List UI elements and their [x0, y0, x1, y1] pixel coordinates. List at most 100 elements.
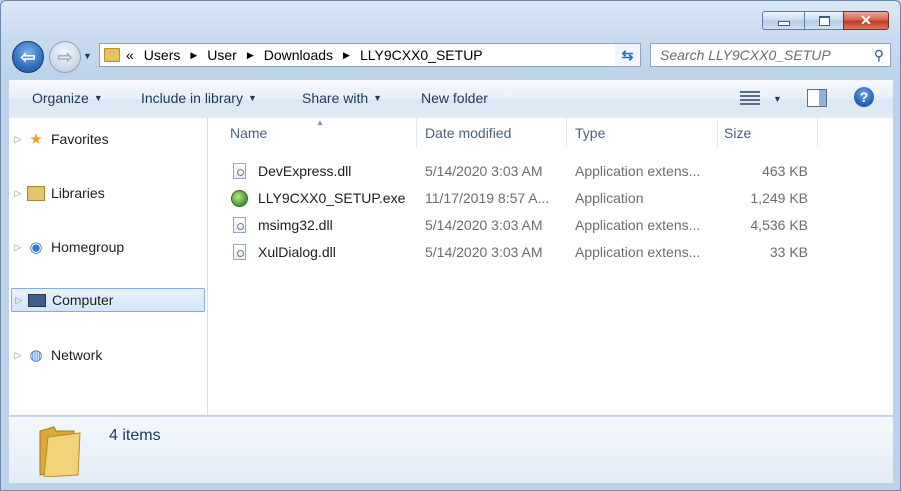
breadcrumb-user[interactable]: User: [207, 47, 237, 63]
view-options-dropdown[interactable]: ▼: [773, 94, 782, 104]
sidebar-item-favorites[interactable]: ▷ ★ Favorites: [11, 127, 205, 151]
network-icon: ◍: [29, 347, 43, 364]
details-pane: 4 items: [9, 416, 893, 483]
sidebar-item-label: Network: [51, 347, 103, 363]
file-type: Application extens...: [575, 244, 701, 260]
search-input[interactable]: Search LLY9CXX0_SETUP ⚲: [650, 43, 891, 67]
breadcrumb-current-folder[interactable]: LLY9CXX0_SETUP: [360, 47, 483, 63]
chevron-down-icon: ▼: [83, 51, 92, 61]
sidebar-item-label: Computer: [52, 292, 114, 308]
expand-arrow-icon[interactable]: ▷: [11, 350, 25, 361]
computer-icon: [28, 291, 46, 309]
navigation-pane: ▷ ★ Favorites ▷ Libraries ▷ ◉ Homegroup …: [9, 118, 208, 415]
recent-pages-dropdown[interactable]: ▼: [83, 51, 92, 61]
breadcrumb-users[interactable]: Users: [144, 47, 181, 63]
forward-arrow-icon: ⇨: [57, 46, 73, 67]
column-divider[interactable]: [717, 118, 718, 148]
sort-ascending-icon: ▲: [316, 118, 324, 127]
file-row[interactable]: DevExpress.dll 5/14/2020 3:03 AM Applica…: [230, 160, 830, 182]
homegroup-icon: ◉: [29, 239, 43, 256]
libraries-icon: [27, 184, 45, 202]
file-name: XulDialog.dll: [258, 244, 336, 260]
expand-arrow-icon[interactable]: ▷: [11, 134, 25, 145]
search-icon[interactable]: ⚲: [874, 47, 884, 64]
folder-icon: [39, 426, 81, 477]
chevron-down-icon: ▼: [373, 93, 383, 103]
file-date: 5/14/2020 3:03 AM: [425, 217, 543, 233]
column-header-date-modified[interactable]: Date modified: [425, 125, 511, 141]
column-header-type[interactable]: Type: [575, 125, 605, 141]
expand-arrow-icon[interactable]: ▷: [11, 188, 25, 199]
restore-icon: [818, 15, 830, 26]
column-divider[interactable]: [566, 118, 567, 148]
column-header-name[interactable]: Name: [230, 125, 267, 141]
minimize-button[interactable]: [762, 11, 805, 30]
sidebar-item-network[interactable]: ▷ ◍ Network: [11, 343, 205, 367]
maximize-button[interactable]: [804, 11, 844, 30]
breadcrumb-arrow-icon[interactable]: ▶: [343, 50, 350, 61]
share-with-button[interactable]: Share with ▼: [302, 90, 382, 106]
file-name: msimg32.dll: [258, 217, 333, 233]
setup-exe-icon: [230, 189, 248, 207]
column-header-size[interactable]: Size: [724, 125, 751, 141]
chevron-down-icon: ▼: [247, 93, 257, 103]
column-divider[interactable]: [817, 118, 818, 148]
file-name: DevExpress.dll: [258, 163, 352, 179]
minimize-icon: [777, 21, 790, 26]
share-with-label: Share with: [302, 90, 369, 106]
preview-pane-icon[interactable]: [807, 89, 827, 107]
close-icon: ✕: [860, 12, 872, 28]
file-row[interactable]: LLY9CXX0_SETUP.exe 11/17/2019 8:57 A... …: [230, 187, 830, 209]
file-date: 5/14/2020 3:03 AM: [425, 163, 543, 179]
breadcrumb-overflow[interactable]: «: [126, 47, 134, 63]
address-bar[interactable]: « Users ▶ User ▶ Downloads ▶ LLY9CXX0_SE…: [99, 43, 641, 67]
chevron-down-icon: ▼: [93, 93, 103, 103]
expand-arrow-icon[interactable]: ▷: [11, 242, 25, 253]
explorer-window: ✕ ⇦ ⇨ ▼ « Users ▶ User ▶ Downloads ▶ LLY…: [0, 0, 901, 491]
help-icon[interactable]: ?: [854, 87, 874, 107]
sidebar-item-label: Favorites: [51, 131, 109, 147]
organize-label: Organize: [32, 90, 89, 106]
sidebar-item-label: Homegroup: [51, 239, 125, 255]
file-size: 33 KB: [769, 244, 808, 260]
file-type: Application extens...: [575, 217, 701, 233]
include-in-library-button[interactable]: Include in library ▼: [141, 90, 257, 106]
dll-file-icon: [230, 243, 248, 261]
sidebar-item-libraries[interactable]: ▷ Libraries: [11, 181, 205, 205]
new-folder-button[interactable]: New folder: [421, 90, 488, 106]
file-size: 1,249 KB: [750, 190, 808, 206]
dll-file-icon: [230, 162, 248, 180]
refresh-icon: ⇆: [621, 46, 634, 63]
folder-icon: [104, 48, 120, 62]
organize-button[interactable]: Organize ▼: [32, 90, 103, 106]
back-button[interactable]: ⇦: [12, 41, 44, 73]
refresh-button[interactable]: ⇆: [615, 43, 641, 67]
dll-file-icon: [230, 216, 248, 234]
change-view-icon[interactable]: [740, 89, 760, 107]
new-folder-label: New folder: [421, 90, 488, 106]
search-placeholder: Search LLY9CXX0_SETUP: [660, 47, 831, 63]
file-row[interactable]: msimg32.dll 5/14/2020 3:03 AM Applicatio…: [230, 214, 830, 236]
forward-button[interactable]: ⇨: [49, 41, 81, 73]
sidebar-item-computer[interactable]: ▷ Computer: [11, 288, 205, 312]
file-row[interactable]: XulDialog.dll 5/14/2020 3:03 AM Applicat…: [230, 241, 830, 263]
expand-arrow-icon[interactable]: ▷: [12, 295, 26, 306]
file-name: LLY9CXX0_SETUP.exe: [258, 190, 406, 206]
item-count: 4 items: [109, 427, 161, 444]
breadcrumb-arrow-icon[interactable]: ▶: [247, 50, 254, 61]
file-size: 4,536 KB: [750, 217, 808, 233]
sidebar-item-label: Libraries: [51, 185, 105, 201]
caption-buttons: ✕: [762, 11, 889, 30]
file-type: Application: [575, 190, 644, 206]
sidebar-item-homegroup[interactable]: ▷ ◉ Homegroup: [11, 235, 205, 259]
command-bar: Organize ▼ Include in library ▼ Share with…: [9, 79, 893, 119]
star-icon: ★: [29, 131, 43, 148]
back-arrow-icon: ⇦: [20, 46, 36, 67]
column-divider[interactable]: [416, 118, 417, 148]
file-type: Application extens...: [575, 163, 701, 179]
include-in-library-label: Include in library: [141, 90, 243, 106]
file-date: 11/17/2019 8:57 A...: [425, 190, 550, 206]
breadcrumb-downloads[interactable]: Downloads: [264, 47, 333, 63]
breadcrumb-arrow-icon[interactable]: ▶: [190, 50, 197, 61]
close-button[interactable]: ✕: [843, 11, 889, 30]
